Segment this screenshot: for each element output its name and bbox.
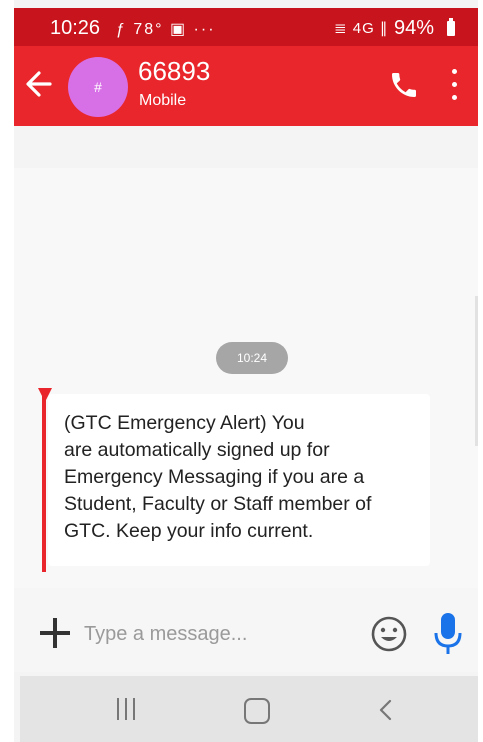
message-thread[interactable]: 10:24 (GTC Emergency Alert) You are auto… bbox=[14, 126, 478, 588]
contact-subtitle: Mobile bbox=[139, 92, 187, 109]
emoji-button[interactable] bbox=[370, 615, 408, 653]
call-button[interactable] bbox=[388, 69, 420, 101]
battery-icon bbox=[447, 18, 455, 36]
message-accent-bar bbox=[42, 396, 46, 572]
status-signal-icons: ≣ 4G ∥ bbox=[334, 20, 389, 37]
microphone-icon bbox=[434, 613, 462, 654]
dot-icon bbox=[452, 95, 457, 100]
message-line: GTC. Keep your info current. bbox=[64, 520, 314, 542]
message-composer bbox=[14, 588, 478, 672]
avatar-label: # bbox=[94, 79, 102, 95]
voice-input-button[interactable] bbox=[432, 611, 464, 657]
chevron-left-icon bbox=[379, 699, 392, 721]
bar-icon bbox=[133, 698, 135, 720]
message-line: Emergency Messaging if you are a bbox=[64, 466, 365, 488]
arrow-left-icon bbox=[26, 71, 52, 97]
conversation-header: # 66893 Mobile bbox=[14, 46, 478, 126]
dot-icon bbox=[452, 69, 457, 74]
system-back-button[interactable] bbox=[374, 696, 398, 724]
system-navigation-bar bbox=[20, 676, 478, 742]
message-input[interactable] bbox=[82, 616, 306, 652]
timestamp-badge: 10:24 bbox=[216, 342, 288, 374]
message-text: (GTC Emergency Alert) You are automatica… bbox=[64, 410, 414, 545]
status-bar: 10:26 ƒ 78° ▣ ··· ≣ 4G ∥ 94% bbox=[14, 8, 478, 46]
attach-button[interactable] bbox=[40, 618, 70, 648]
more-options-button[interactable] bbox=[444, 69, 464, 105]
messaging-screen: 10:26 ƒ 78° ▣ ··· ≣ 4G ∥ 94% # 66893 Mob… bbox=[14, 0, 478, 742]
scrollbar[interactable] bbox=[475, 296, 478, 446]
contact-name: 66893 bbox=[138, 56, 211, 86]
incoming-message[interactable]: (GTC Emergency Alert) You are automatica… bbox=[38, 388, 430, 572]
contact-avatar[interactable]: # bbox=[68, 57, 128, 117]
status-time: 10:26 bbox=[50, 17, 101, 39]
bar-icon bbox=[125, 698, 127, 720]
dot-icon bbox=[452, 82, 457, 87]
home-button[interactable] bbox=[244, 698, 270, 724]
smiley-icon bbox=[371, 616, 407, 652]
back-button[interactable] bbox=[20, 64, 60, 104]
phone-icon bbox=[392, 73, 416, 97]
message-line: Student, Faculty or Staff member of bbox=[64, 493, 372, 515]
message-line: are automatically signed up for bbox=[64, 439, 330, 461]
status-notification-icons: ƒ 78° ▣ ··· bbox=[116, 21, 216, 38]
battery-percentage: 94% bbox=[394, 17, 435, 39]
recent-apps-button[interactable] bbox=[114, 698, 140, 722]
flag-icon bbox=[38, 388, 52, 402]
message-line: (GTC Emergency Alert) You bbox=[64, 412, 305, 434]
bar-icon bbox=[117, 698, 119, 720]
